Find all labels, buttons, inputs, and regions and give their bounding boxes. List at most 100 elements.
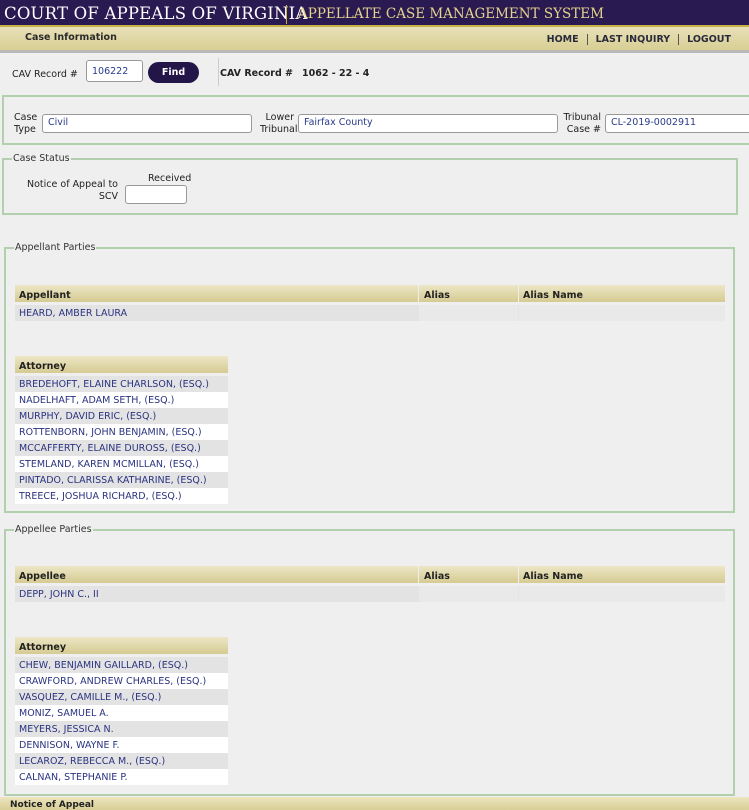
table-row[interactable]: MONIZ, SAMUEL A. [15, 705, 228, 721]
case-status-box: Case Status Notice of Appeal to SCV Rece… [2, 153, 738, 215]
attorney-column-header: Attorney [19, 642, 67, 653]
table-row[interactable]: CRAWFORD, ANDREW CHARLES, (ESQ.) [15, 673, 228, 689]
table-row[interactable]: ROTTENBORN, JOHN BENJAMIN, (ESQ.) [15, 424, 228, 440]
nav-bar: Case Information HOME LAST INQUIRY LOGOU… [0, 27, 749, 53]
notice-label-line1: Notice of Appeal to [27, 179, 118, 190]
notice-of-appeal-label: Notice of Appeal to SCV [24, 179, 118, 203]
table-row[interactable]: VASQUEZ, CAMILLE M., (ESQ.) [15, 689, 228, 705]
attorney-name: DENNISON, WAYNE F. [19, 740, 120, 751]
alias-name-column-header: Alias Name [523, 290, 583, 301]
appellee-parties-legend: Appellee Parties [14, 524, 93, 535]
column-divider [418, 566, 419, 583]
search-row: CAV Record # Find CAV Record # 1062 - 22… [0, 56, 749, 90]
attorney-name: CHEW, BENJAMIN GAILLARD, (ESQ.) [19, 660, 188, 671]
alias-name-cell [519, 305, 725, 321]
attorney-name: VASQUEZ, CAMILLE M., (ESQ.) [19, 692, 162, 703]
cav-record-label: CAV Record # [12, 69, 78, 80]
nav-divider [678, 34, 680, 45]
case-type-label: Case Type [14, 112, 37, 136]
find-button[interactable]: Find [148, 62, 199, 83]
table-row[interactable]: MURPHY, DAVID ERIC, (ESQ.) [15, 408, 228, 424]
table-row[interactable]: PINTADO, CLARISSA KATHARINE, (ESQ.) [15, 472, 228, 488]
cav-record-input[interactable] [86, 60, 143, 82]
section-label: Case Information [25, 32, 117, 43]
notice-of-appeal-heading: Notice of Appeal [10, 800, 95, 810]
search-divider [218, 58, 219, 86]
appellee-table-header: Appellee Alias Alias Name [15, 566, 725, 583]
nav-links: HOME LAST INQUIRY LOGOUT [547, 34, 731, 45]
attorney-name: MCCAFFERTY, ELAINE DUROSS, (ESQ.) [19, 443, 201, 454]
table-row[interactable]: MEYERS, JESSICA N. [15, 721, 228, 737]
alias-cell [419, 586, 518, 602]
attorney-name: LECAROZ, REBECCA M., (ESQ.) [19, 756, 166, 767]
alias-column-header: Alias [424, 571, 450, 582]
tribunal-case-label-line1: Tribunal [563, 112, 602, 123]
column-divider [518, 285, 519, 302]
table-row[interactable]: BREDEHOFT, ELAINE CHARLSON, (ESQ.) [15, 376, 228, 392]
attorney-name: ROTTENBORN, JOHN BENJAMIN, (ESQ.) [19, 427, 202, 438]
attorney-name: MURPHY, DAVID ERIC, (ESQ.) [19, 411, 157, 422]
attorney-name: MONIZ, SAMUEL A. [19, 708, 109, 719]
lower-tribunal-label: Lower Tribunal [260, 112, 298, 136]
cav-record-display-label: CAV Record # [220, 68, 294, 79]
appellee-column-header: Appellee [19, 571, 66, 582]
alias-column-header: Alias [424, 290, 450, 301]
case-type-field[interactable]: Civil [42, 114, 252, 133]
case-type-label-line2: Type [14, 124, 36, 135]
alias-name-column-header: Alias Name [523, 571, 583, 582]
title-divider [286, 5, 287, 24]
table-row[interactable]: DENNISON, WAYNE F. [15, 737, 228, 753]
notice-of-appeal-section: Notice of Appeal [0, 797, 749, 810]
nav-last-inquiry-link[interactable]: LAST INQUIRY [596, 34, 671, 45]
attorney-name: CRAWFORD, ANDREW CHARLES, (ESQ.) [19, 676, 207, 687]
appellee-name: DEPP, JOHN C., II [19, 589, 99, 600]
attorney-name: TREECE, JOSHUA RICHARD, (ESQ.) [19, 491, 182, 502]
nav-divider [586, 34, 588, 45]
lower-tribunal-label-line1: Lower [265, 112, 294, 123]
received-label: Received [148, 173, 192, 184]
court-title: COURT OF APPEALS OF VIRGINIA [4, 4, 308, 23]
attorney-name: STEMLAND, KAREN MCMILLAN, (ESQ.) [19, 459, 200, 470]
appellee-parties-box: Appellee Parties Appellee Alias Alias Na… [4, 524, 735, 796]
case-status-legend: Case Status [12, 153, 71, 164]
appellant-parties-box: Appellant Parties Appellant Alias Alias … [4, 242, 735, 513]
case-type-label-line1: Case [14, 112, 38, 123]
received-field[interactable] [125, 185, 187, 204]
tribunal-case-field[interactable]: CL-2019-0002911 [605, 114, 749, 133]
table-row[interactable]: CHEW, BENJAMIN GAILLARD, (ESQ.) [15, 657, 228, 673]
alias-cell [419, 305, 518, 321]
table-row[interactable]: DEPP, JOHN C., II [15, 586, 725, 602]
appellee-attorney-header: Attorney [15, 637, 228, 654]
attorney-name: NADELHAFT, ADAM SETH, (ESQ.) [19, 395, 175, 406]
table-row[interactable]: MCCAFFERTY, ELAINE DUROSS, (ESQ.) [15, 440, 228, 456]
appellant-column-header: Appellant [19, 290, 71, 301]
attorney-name: BREDEHOFT, ELAINE CHARLSON, (ESQ.) [19, 379, 209, 390]
lower-tribunal-label-line2: Tribunal [260, 124, 298, 135]
tribunal-case-label-line2: Case # [566, 124, 601, 135]
appellant-name: HEARD, AMBER LAURA [19, 308, 128, 319]
nav-home-link[interactable]: HOME [547, 34, 579, 45]
table-row[interactable]: CALNAN, STEPHANIE P. [15, 769, 228, 785]
attorney-name: CALNAN, STEPHANIE P. [19, 772, 128, 783]
attorney-column-header: Attorney [19, 361, 67, 372]
tribunal-case-label: Tribunal Case # [561, 112, 602, 136]
table-row[interactable]: NADELHAFT, ADAM SETH, (ESQ.) [15, 392, 228, 408]
table-row[interactable]: TREECE, JOSHUA RICHARD, (ESQ.) [15, 488, 228, 504]
table-row[interactable]: STEMLAND, KAREN MCMILLAN, (ESQ.) [15, 456, 228, 472]
lower-tribunal-field[interactable]: Fairfax County [298, 114, 558, 133]
column-divider [518, 566, 519, 583]
alias-name-cell [519, 586, 725, 602]
attorney-name: PINTADO, CLARISSA KATHARINE, (ESQ.) [19, 475, 207, 486]
cav-record-display-value: 1062 - 22 - 4 [302, 68, 370, 79]
appellant-attorney-header: Attorney [15, 356, 228, 373]
appellant-parties-legend: Appellant Parties [14, 242, 97, 253]
column-divider [418, 285, 419, 302]
app-header: COURT OF APPEALS OF VIRGINIA APPELLATE C… [0, 0, 749, 27]
nav-logout-link[interactable]: LOGOUT [687, 34, 731, 45]
appellant-table-header: Appellant Alias Alias Name [15, 285, 725, 302]
table-row[interactable]: LECAROZ, REBECCA M., (ESQ.) [15, 753, 228, 769]
attorney-name: MEYERS, JESSICA N. [19, 724, 114, 735]
notice-label-line2: SCV [98, 191, 118, 202]
table-row[interactable]: HEARD, AMBER LAURA [15, 305, 725, 321]
system-title: APPELLATE CASE MANAGEMENT SYSTEM [298, 6, 604, 22]
